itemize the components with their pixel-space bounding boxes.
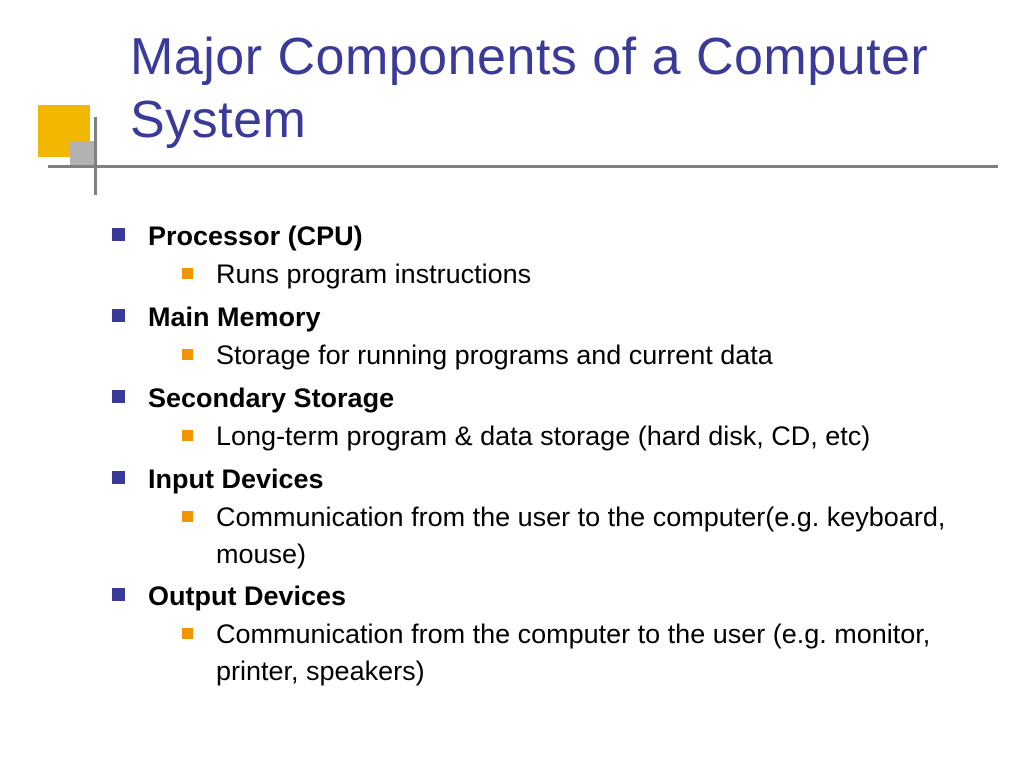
slide-content: Processor (CPU) Runs program instruction… bbox=[112, 218, 982, 695]
list-item-heading: Input Devices bbox=[148, 461, 982, 497]
list-item: Main Memory Storage for running programs… bbox=[112, 299, 982, 374]
list-item-heading: Secondary Storage bbox=[148, 380, 982, 416]
sub-list-item: Runs program instructions bbox=[148, 256, 982, 292]
slide-decoration bbox=[38, 105, 138, 195]
sub-list-item: Communication from the computer to the u… bbox=[148, 616, 982, 689]
slide-title: Major Components of a Computer System bbox=[130, 26, 1024, 153]
gold-square-icon bbox=[38, 105, 90, 157]
sub-list-item: Communication from the user to the compu… bbox=[148, 499, 982, 572]
vertical-rule bbox=[94, 117, 97, 195]
component-list: Processor (CPU) Runs program instruction… bbox=[112, 218, 982, 689]
list-item: Input Devices Communication from the use… bbox=[112, 461, 982, 572]
list-item: Output Devices Communication from the co… bbox=[112, 578, 982, 689]
sub-list: Communication from the computer to the u… bbox=[148, 616, 982, 689]
horizontal-rule bbox=[48, 165, 998, 168]
list-item: Processor (CPU) Runs program instruction… bbox=[112, 218, 982, 293]
list-item-heading: Processor (CPU) bbox=[148, 218, 982, 254]
list-item-heading: Main Memory bbox=[148, 299, 982, 335]
sub-list: Long-term program & data storage (hard d… bbox=[148, 418, 982, 454]
sub-list-item: Storage for running programs and current… bbox=[148, 337, 982, 373]
sub-list: Communication from the user to the compu… bbox=[148, 499, 982, 572]
sub-list: Storage for running programs and current… bbox=[148, 337, 982, 373]
sub-list: Runs program instructions bbox=[148, 256, 982, 292]
list-item: Secondary Storage Long-term program & da… bbox=[112, 380, 982, 455]
grey-square-icon bbox=[70, 141, 94, 165]
sub-list-item: Long-term program & data storage (hard d… bbox=[148, 418, 982, 454]
list-item-heading: Output Devices bbox=[148, 578, 982, 614]
